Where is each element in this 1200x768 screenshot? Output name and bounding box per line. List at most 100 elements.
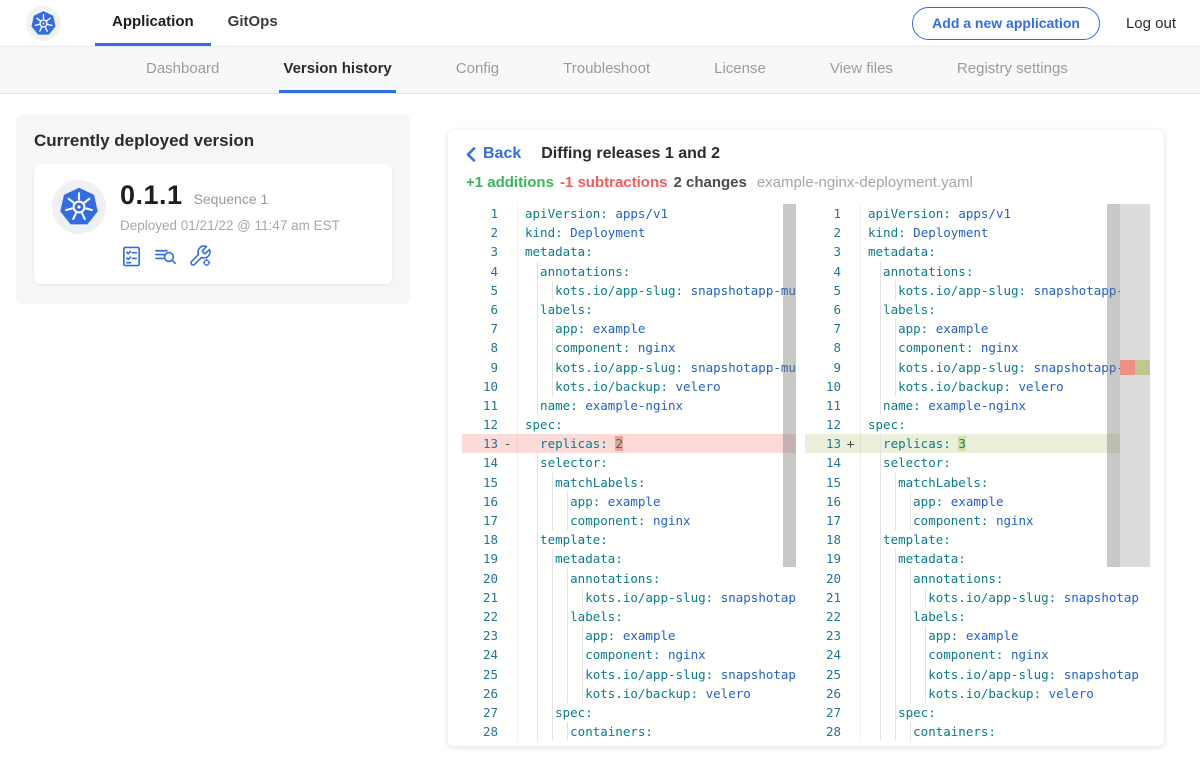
- diff-line-24: 24 component: nginx: [805, 645, 1150, 664]
- logout-button[interactable]: Log out: [1126, 15, 1176, 32]
- kubernetes-app-icon: [52, 180, 106, 234]
- line-number: 2: [462, 223, 498, 242]
- line-number: 19: [462, 549, 498, 568]
- line-number: 18: [462, 530, 498, 549]
- diff-line-6: 6 labels:: [462, 300, 796, 319]
- line-number: 3: [462, 242, 498, 261]
- diff-title: Diffing releases 1 and 2: [541, 145, 720, 163]
- diff-line-23: 23 app: example: [462, 626, 796, 645]
- subnav-item-dashboard[interactable]: Dashboard: [142, 47, 223, 93]
- line-number: 16: [805, 492, 841, 511]
- diff-sign-empty: [498, 549, 518, 568]
- line-number: 28: [805, 722, 841, 741]
- line-number: 22: [462, 607, 498, 626]
- line-number: 10: [805, 377, 841, 396]
- diff-line-26: 26 kots.io/backup: velero: [462, 684, 796, 703]
- diff-line-14: 14 selector:: [805, 453, 1150, 472]
- diff-line-25: 25 kots.io/app-slug: snapshotap: [805, 665, 1150, 684]
- diff-sign-empty: [841, 300, 861, 319]
- line-number: 8: [805, 338, 841, 357]
- diff-sign-empty: [841, 453, 861, 472]
- diff-sign-empty: [841, 415, 861, 434]
- diff-line-21: 21 kots.io/app-slug: snapshotap: [462, 588, 796, 607]
- view-logs-search-icon[interactable]: [153, 245, 178, 268]
- diff-overview-ruler[interactable]: [1120, 204, 1150, 567]
- configure-wrench-gear-icon[interactable]: [188, 244, 212, 268]
- back-button[interactable]: Back: [466, 145, 521, 163]
- diff-sign-empty: [498, 722, 518, 741]
- line-number: 19: [805, 549, 841, 568]
- tab-gitops[interactable]: GitOps: [211, 0, 295, 46]
- diff-sign-empty: [841, 665, 861, 684]
- diff-sign-empty: [841, 319, 861, 338]
- diff-sign-empty: [498, 377, 518, 396]
- diff-line-12: 12spec:: [805, 415, 1150, 434]
- line-number: 11: [805, 396, 841, 415]
- deployed-sequence-label: Sequence 1: [194, 191, 269, 207]
- diff-sign-empty: [498, 588, 518, 607]
- diff-line-20: 20 annotations:: [462, 569, 796, 588]
- diff-line-16: 16 app: example: [805, 492, 1150, 511]
- tab-application[interactable]: Application: [95, 0, 211, 46]
- diff-sign-empty: [841, 204, 861, 223]
- diff-sign-empty: [841, 530, 861, 549]
- diff-pane-modified: 1apiVersion: apps/v12kind: Deployment3me…: [805, 204, 1150, 741]
- subnav-item-version-history[interactable]: Version history: [279, 47, 395, 93]
- diff-line-19: 19 metadata:: [462, 549, 796, 568]
- diff-sign-empty: [498, 338, 518, 357]
- line-number: 17: [805, 511, 841, 530]
- diff-sign-empty: [841, 549, 861, 568]
- diff-sign-empty: [498, 511, 518, 530]
- diff-pane-original: 1apiVersion: apps/v12kind: Deployment3me…: [462, 204, 796, 741]
- diff-line-11: 11 name: example-nginx: [462, 396, 796, 415]
- line-number: 7: [805, 319, 841, 338]
- diff-sign-empty: [841, 703, 861, 722]
- diff-line-2: 2kind: Deployment: [462, 223, 796, 242]
- diff-line-23: 23 app: example: [805, 626, 1150, 645]
- diff-sign: +: [841, 434, 861, 453]
- diff-line-25: 25 kots.io/app-slug: snapshotap: [462, 665, 796, 684]
- diff-sign-empty: [498, 703, 518, 722]
- diff-line-15: 15 matchLabels:: [462, 473, 796, 492]
- scrollbar-thumb[interactable]: [783, 204, 796, 567]
- diff-sign-empty: [498, 223, 518, 242]
- diff-line-27: 27 spec:: [462, 703, 796, 722]
- diff-sign-empty: [841, 645, 861, 664]
- app-logo[interactable]: [0, 0, 95, 46]
- subnav-item-registry-settings[interactable]: Registry settings: [953, 47, 1072, 93]
- line-number: 28: [462, 722, 498, 741]
- line-number: 5: [462, 281, 498, 300]
- line-number: 26: [462, 684, 498, 703]
- line-number: 11: [462, 396, 498, 415]
- line-number: 24: [805, 645, 841, 664]
- diff-line-8: 8 component: nginx: [462, 338, 796, 357]
- line-number: 13: [805, 434, 841, 453]
- diff-line-22: 22 labels:: [805, 607, 1150, 626]
- diff-sign-empty: [498, 492, 518, 511]
- diff-sign-empty: [841, 377, 861, 396]
- diff-line-17: 17 component: nginx: [805, 511, 1150, 530]
- diff-sign-empty: [498, 300, 518, 319]
- diff-sign-empty: [498, 626, 518, 645]
- diff-line-13: 13+ replicas: 3: [805, 434, 1150, 453]
- add-new-application-button[interactable]: Add a new application: [912, 7, 1100, 40]
- release-notes-checklist-icon[interactable]: [120, 245, 143, 268]
- diff-sign-empty: [841, 684, 861, 703]
- diff-line-7: 7 app: example: [462, 319, 796, 338]
- subnav-item-config[interactable]: Config: [452, 47, 503, 93]
- kubernetes-logo-icon: [26, 6, 61, 41]
- diff-line-6: 6 labels:: [805, 300, 1150, 319]
- chevron-left-icon: [466, 147, 476, 162]
- scrollbar-thumb[interactable]: [1107, 204, 1120, 567]
- line-number: 20: [462, 569, 498, 588]
- line-number: 24: [462, 645, 498, 664]
- diff-line-5: 5 kots.io/app-slug: snapshotapp-mu: [805, 281, 1150, 300]
- subnav-item-troubleshoot[interactable]: Troubleshoot: [559, 47, 654, 93]
- additions-count: +1 additions: [466, 174, 554, 191]
- version-action-icons: [120, 244, 340, 268]
- diff-line-28: 28 containers:: [462, 722, 796, 741]
- subnav-item-view-files[interactable]: View files: [826, 47, 897, 93]
- diff-sign-empty: [841, 281, 861, 300]
- line-number: 23: [462, 626, 498, 645]
- subnav-item-license[interactable]: License: [710, 47, 770, 93]
